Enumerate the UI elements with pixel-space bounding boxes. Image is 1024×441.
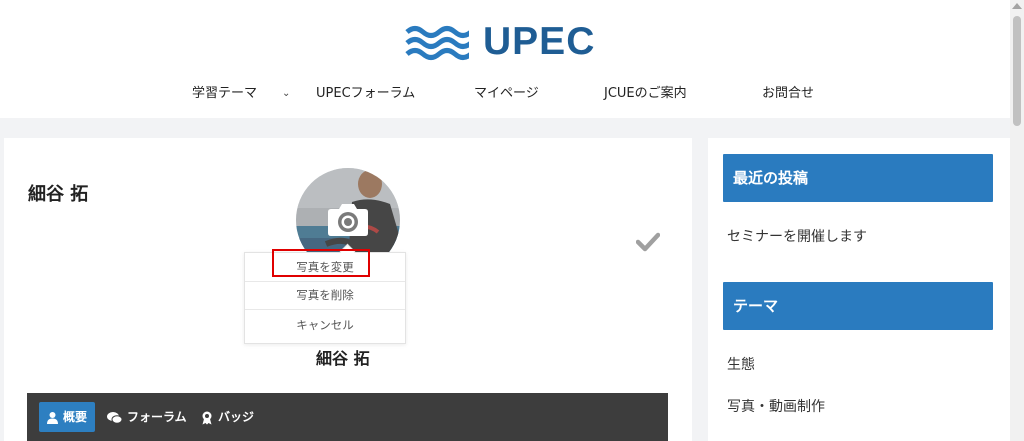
tab-overview-label: 概要 [63, 410, 88, 424]
site-logo[interactable]: UPEC [405, 20, 605, 64]
camera-icon [328, 204, 368, 236]
profile-tabs: 概要 フォーラム バッジ [27, 393, 668, 441]
nav-item-mypage[interactable]: マイページ [474, 82, 539, 106]
badge-icon [202, 411, 212, 424]
recent-posts-title: 最近の投稿 [723, 154, 993, 202]
checkmark-icon[interactable] [636, 232, 660, 252]
comments-icon [107, 411, 123, 424]
main-nav: 学習テーマ ⌄ UPECフォーラム マイページ JCUEのご案内 お問合せ [0, 82, 1010, 106]
scrollbar-thumb[interactable] [1013, 16, 1021, 126]
tab-overview[interactable]: 概要 [39, 402, 96, 432]
nav-item-learning-themes[interactable]: 学習テーマ [192, 82, 257, 106]
theme-link-photo-video[interactable]: 写真・動画制作 [727, 396, 825, 416]
nav-item-jcue-info[interactable]: JCUEのご案内 [604, 82, 687, 106]
user-icon [47, 411, 58, 424]
chevron-down-icon[interactable]: ⌄ [282, 82, 290, 106]
cancel-option[interactable]: キャンセル [245, 311, 405, 339]
brand-name: UPEC [483, 20, 596, 63]
profile-name-heading: 細谷 拓 [28, 184, 89, 205]
recent-post-link[interactable]: セミナーを開催します [727, 226, 867, 246]
waves-logo-icon [405, 26, 469, 60]
nav-item-forum[interactable]: UPECフォーラム [316, 82, 415, 106]
delete-photo-option[interactable]: 写真を削除 [245, 281, 405, 309]
scroll-up-arrow-icon[interactable] [1012, 3, 1022, 9]
tab-forum[interactable]: フォーラム [107, 402, 187, 432]
themes-title: テーマ [723, 282, 993, 330]
change-photo-highlight-box [272, 249, 370, 277]
menu-divider [245, 309, 405, 310]
theme-link-ecology[interactable]: 生態 [727, 354, 755, 374]
nav-item-contact[interactable]: お問合せ [762, 82, 814, 106]
tab-forum-label: フォーラム [127, 410, 187, 424]
tab-badges-label: バッジ [218, 410, 255, 424]
profile-display-name: 細谷 拓 [316, 349, 370, 368]
tab-badges[interactable]: バッジ [201, 402, 254, 432]
